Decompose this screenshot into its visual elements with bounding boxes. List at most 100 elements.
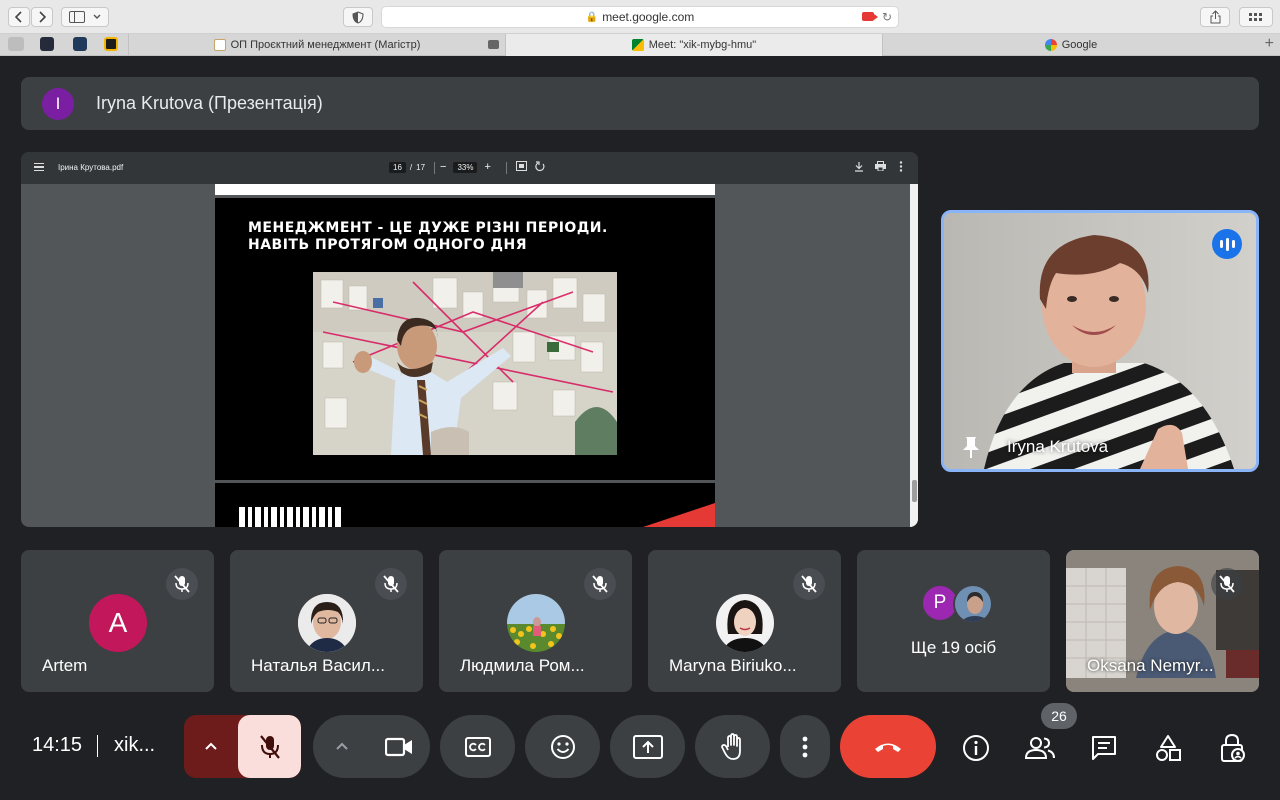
camera-in-use-icon[interactable] [862,12,878,21]
camera-options-button[interactable] [313,715,371,778]
sidebar-toggle-button[interactable] [61,7,109,27]
share-button[interactable] [1200,7,1230,27]
pin-icon[interactable] [960,435,982,459]
mic-off-icon [584,568,616,600]
meeting-code: xik... [114,734,156,756]
shared-screen-pdf-viewer: Ірина Крутова.pdf 16 / 17 − 33% + МЕНЕДЖ… [21,152,918,527]
participant-tile[interactable]: Людмила Ром... [439,550,632,692]
zoom-out-icon[interactable]: − [440,161,446,173]
chevron-up-icon [205,742,217,750]
closed-captions-icon [464,736,491,757]
google-icon [1044,39,1057,51]
more-vert-icon[interactable] [899,161,903,175]
slide-image [313,272,617,455]
zoom-level[interactable]: 33% [453,161,478,173]
present-screen-button[interactable] [610,715,685,778]
address-url: meet.google.com [602,10,695,24]
camera-control-group [313,715,430,778]
tab-course[interactable]: ОП Проєктний менеджмент (Магістр) [128,34,505,56]
participant-tile[interactable]: Наталья Васил... [230,550,423,692]
rotate-icon[interactable] [535,161,546,175]
participant-tile[interactable]: Oksana Nemyr... [1066,550,1259,692]
captions-button[interactable] [440,715,515,778]
avatar [716,594,774,652]
speaker-name: Iryna Krutova [1007,437,1109,456]
pdf-page-current: МЕНЕДЖМЕНТ - ЦЕ ДУЖЕ РІЗНІ ПЕРІОДИ. НАВІ… [215,198,715,480]
clock: 14:15 [32,734,83,756]
page-total: 17 [416,163,426,172]
slide-title-line: МЕНЕДЖМЕНТ - ЦЕ ДУЖЕ РІЗНІ ПЕРІОДИ. [248,220,608,236]
host-controls-button[interactable] [1212,728,1252,768]
videocam-icon [384,737,412,756]
meeting-details-button[interactable] [956,728,996,768]
tab-overview-button[interactable] [1239,7,1273,27]
divider [506,162,507,174]
avatar [507,594,565,652]
google-meet-icon [631,39,644,51]
speaking-indicator-icon [1212,229,1242,259]
mic-options-button[interactable] [184,715,238,778]
back-button[interactable] [8,7,30,27]
pinned-tab-icon[interactable] [73,37,87,51]
address-bar[interactable]: 🔒 meet.google.com ↻ [381,6,899,28]
avatar-stack: P [921,584,997,624]
more-options-button[interactable] [780,715,830,778]
shapes-icon [1156,735,1181,761]
slide-title-line: НАВІТЬ ПРОТЯГОМ ОДНОГО ДНЯ [248,237,528,253]
raise-hand-button[interactable] [695,715,770,778]
lock-person-icon [1221,733,1245,762]
participant-name: Людмила Ром... [460,656,585,675]
reload-icon[interactable]: ↻ [882,10,892,24]
zoom-controls: − 33% + [440,161,491,173]
avatar [298,594,356,652]
privacy-shield-button[interactable] [343,7,373,27]
mic-toggle-button[interactable] [238,715,301,778]
qr-code [239,507,343,527]
active-speaker-tile[interactable]: Iryna Krutova [941,210,1259,472]
forward-button[interactable] [31,7,53,27]
page-number-input[interactable]: 16 [389,162,406,173]
more-participants-tile[interactable]: P Ще 19 осіб [857,550,1050,692]
previous-page [215,184,715,195]
activities-button[interactable] [1148,728,1188,768]
print-icon[interactable] [875,161,886,174]
tab-google[interactable]: Google [882,34,1259,56]
scrollbar[interactable] [910,184,918,527]
chevron-right-icon [39,11,46,23]
new-tab-icon[interactable]: + [1265,35,1274,53]
pinned-tab-icon[interactable] [104,37,118,51]
pdf-toolbar: Ірина Крутова.pdf 16 / 17 − 33% + [21,152,918,184]
more-participants-label: Ще 19 осіб [910,638,997,657]
speaker-video [944,213,1256,469]
camera-icon [488,40,499,49]
fit-page-icon[interactable] [516,161,527,174]
pinned-tab-icon[interactable] [8,37,24,51]
participant-name: Наталья Васил... [251,656,385,675]
participant-tile[interactable]: Maryna Biriuko... [648,550,841,692]
call-end-icon [875,743,901,752]
divider [434,162,435,174]
show-everyone-button[interactable] [1020,728,1060,768]
shield-icon [352,10,364,24]
leave-call-button[interactable] [840,715,936,778]
zoom-in-icon[interactable]: + [484,161,490,173]
sidebar-icon [69,11,85,23]
participant-tile[interactable]: A Artem [21,550,214,692]
browser-toolbar: 🔒 meet.google.com ↻ [0,0,1280,34]
participant-name: Artem [42,656,88,675]
page-separator: / [409,163,413,172]
tab-meet[interactable]: Meet: "xik-mybg-hmu" [488,34,882,56]
mic-off-icon [259,734,280,759]
camera-toggle-button[interactable] [367,715,430,778]
reactions-button[interactable] [525,715,600,778]
pinned-tab-icon[interactable] [40,37,54,51]
download-icon[interactable] [854,161,864,175]
menu-icon[interactable] [34,163,44,171]
presentation-title: Iryna Krutova (Презентація) [96,93,323,113]
tab-label: Meet: "xik-mybg-hmu" [648,39,757,51]
tab-bar: ОП Проєктний менеджмент (Магістр) Meet: … [0,34,1280,56]
presentation-header: I Iryna Krutova (Презентація) [21,77,1259,130]
avatar: A [89,594,147,652]
chat-button[interactable] [1084,728,1124,768]
scrollbar-thumb[interactable] [912,480,917,502]
